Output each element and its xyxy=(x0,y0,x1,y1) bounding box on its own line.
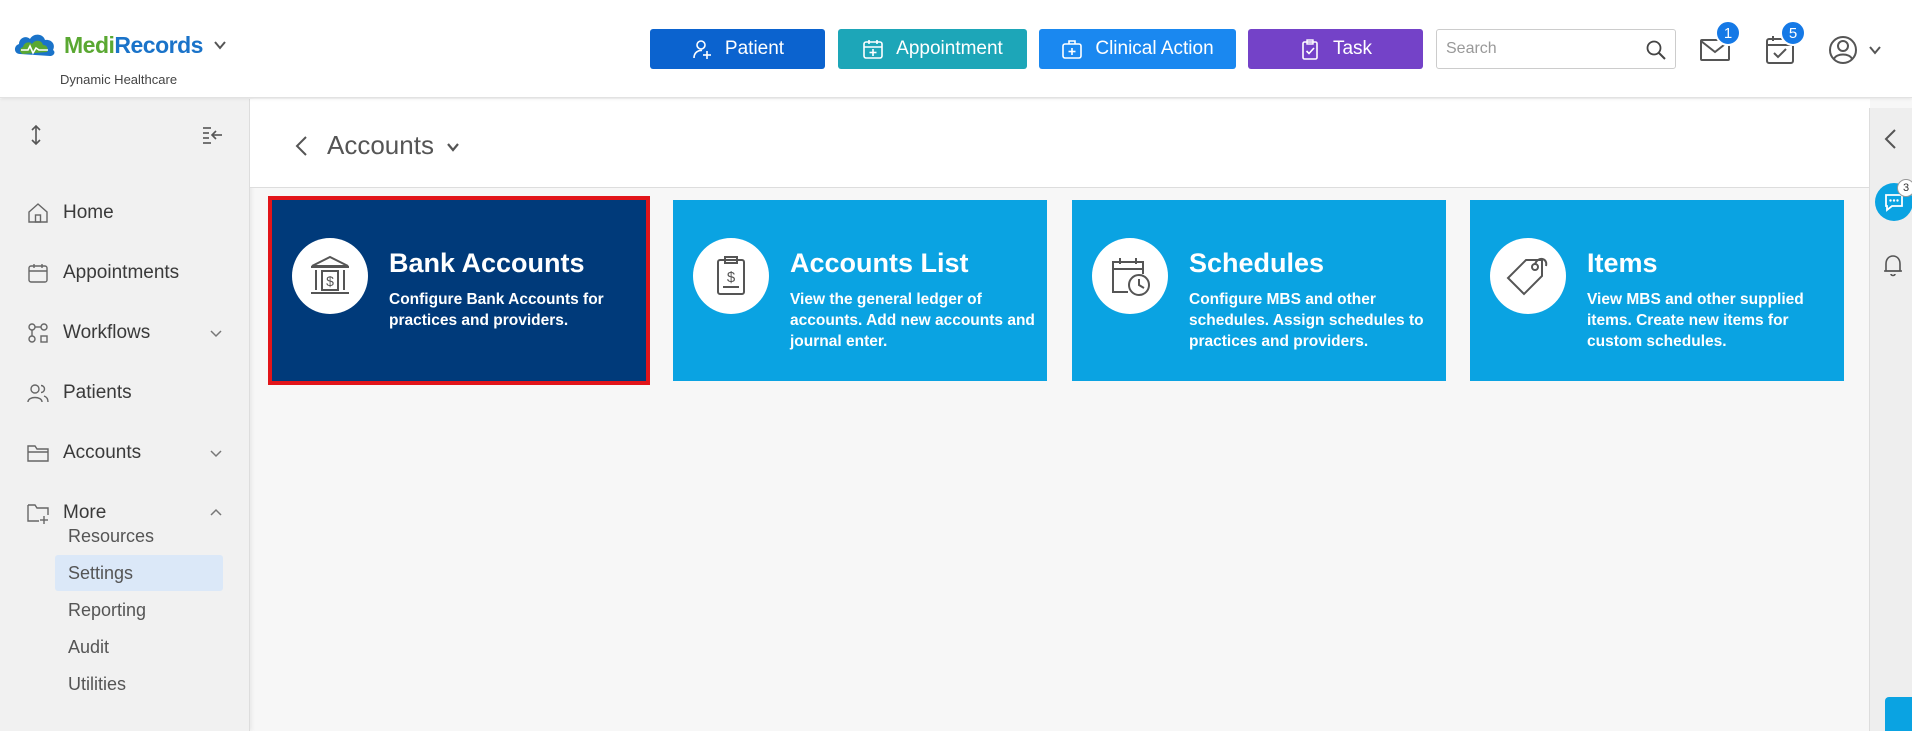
mail-count-badge: 1 xyxy=(1715,20,1741,46)
folder-plus-icon xyxy=(27,504,49,524)
tile-icon-circle: $ xyxy=(292,238,368,314)
right-rail: 3 xyxy=(1869,108,1912,731)
chevron-down-icon xyxy=(210,450,222,458)
cloud-logo-icon xyxy=(14,34,55,56)
tile-title: Schedules xyxy=(1189,248,1325,278)
submenu-item-utilities[interactable]: Utilities xyxy=(55,666,223,702)
tile-accounts-list[interactable]: $ Accounts List View the general ledger … xyxy=(673,200,1047,381)
sidebar-item-patients[interactable]: Patients xyxy=(0,373,250,413)
new-task-label: Task xyxy=(1332,38,1373,59)
profile-chevron-down-icon[interactable] xyxy=(1868,43,1882,57)
tile-description: Configure MBS and other schedules. Assig… xyxy=(1189,291,1424,350)
submenu-item-reporting[interactable]: Reporting xyxy=(55,592,223,628)
chevron-down-icon[interactable] xyxy=(445,139,461,155)
bell-icon[interactable] xyxy=(1882,253,1904,277)
clipboard-check-icon xyxy=(1302,39,1318,60)
sidebar-item-label: Appointments xyxy=(63,262,180,283)
sidebar-item-appointments[interactable]: Appointments xyxy=(0,253,250,293)
bank-icon: $ xyxy=(311,255,349,294)
page-title: Accounts xyxy=(327,130,434,160)
tile-schedules[interactable]: Schedules Configure MBS and other schedu… xyxy=(1072,200,1446,381)
sidebar-item-label: Accounts xyxy=(63,442,142,463)
reorder-vertical-icon[interactable] xyxy=(24,123,48,147)
clinical-action-label: Clinical Action xyxy=(1095,38,1214,59)
brand-name: MediRecords xyxy=(64,31,203,58)
tile-icon-circle xyxy=(1092,238,1168,314)
tasks-count-badge: 5 xyxy=(1780,20,1806,46)
submenu-item-settings[interactable]: Settings xyxy=(55,555,223,591)
clinical-action-button[interactable]: Clinical Action xyxy=(1039,29,1236,69)
page-header: Accounts xyxy=(250,99,1870,188)
sidebar-item-label: Workflows xyxy=(63,322,151,343)
tag-icon xyxy=(1506,258,1548,296)
tile-title: Accounts List xyxy=(790,248,969,278)
tile-icon-circle: $ xyxy=(693,238,769,314)
search-box xyxy=(1436,29,1676,69)
new-appointment-button[interactable]: Appointment xyxy=(838,29,1027,69)
add-user-icon xyxy=(693,40,711,59)
calendar-plus-icon xyxy=(863,40,883,59)
submenu-item-resources[interactable]: Resources xyxy=(55,518,223,554)
workflow-icon xyxy=(28,323,48,343)
chat-count-badge: 3 xyxy=(1897,179,1912,197)
tile-items[interactable]: Items View MBS and other supplied items.… xyxy=(1470,200,1844,381)
sidebar-item-accounts[interactable]: Accounts xyxy=(0,433,250,473)
search-icon[interactable] xyxy=(1645,39,1667,61)
back-arrow-icon[interactable] xyxy=(292,135,312,157)
calendar-icon xyxy=(28,264,48,283)
search-input[interactable] xyxy=(1437,30,1637,68)
user-profile-icon[interactable] xyxy=(1826,33,1860,67)
sidebar-item-workflows[interactable]: Workflows xyxy=(0,313,250,353)
rail-action-tab[interactable] xyxy=(1885,697,1912,731)
chevron-down-icon xyxy=(210,330,222,338)
tile-description: Configure Bank Accounts for practices an… xyxy=(389,291,604,329)
new-appointment-label: Appointment xyxy=(896,38,1003,59)
tile-bank-accounts[interactable]: $ Bank Accounts Configure Bank Accounts … xyxy=(268,196,650,385)
top-header: MediRecords Dynamic Healthcare Patient A… xyxy=(0,0,1912,98)
calendar-clock-icon xyxy=(1112,258,1150,296)
sidebar-item-home[interactable]: Home xyxy=(0,193,250,233)
tile-description: View the general ledger of accounts. Add… xyxy=(790,291,1035,350)
folder-icon xyxy=(27,445,49,462)
sidebar-item-label: Patients xyxy=(63,382,132,403)
new-patient-label: Patient xyxy=(724,38,785,59)
sidebar: Home Appointments Workflows Patients Acc… xyxy=(0,99,250,731)
app-logo[interactable]: MediRecords xyxy=(12,30,227,60)
submenu-item-audit[interactable]: Audit xyxy=(55,629,223,665)
tile-title: Bank Accounts xyxy=(389,248,585,278)
tile-title: Items xyxy=(1587,248,1658,278)
chevron-down-icon[interactable] xyxy=(213,38,227,52)
users-icon xyxy=(27,384,49,403)
home-icon xyxy=(28,203,48,223)
new-patient-button[interactable]: Patient xyxy=(650,29,825,69)
chevron-left-icon[interactable] xyxy=(1882,128,1900,150)
medical-kit-icon xyxy=(1062,40,1083,59)
svg-text:$: $ xyxy=(727,269,736,286)
tile-icon-circle xyxy=(1490,238,1566,314)
tile-description: View MBS and other supplied items. Creat… xyxy=(1587,291,1804,350)
svg-text:$: $ xyxy=(326,273,334,289)
new-task-button[interactable]: Task xyxy=(1248,29,1423,69)
organization-name: Dynamic Healthcare xyxy=(60,72,178,87)
ledger-icon: $ xyxy=(717,256,745,295)
sidebar-item-label: Home xyxy=(63,202,114,223)
collapse-sidebar-icon[interactable] xyxy=(200,123,224,147)
